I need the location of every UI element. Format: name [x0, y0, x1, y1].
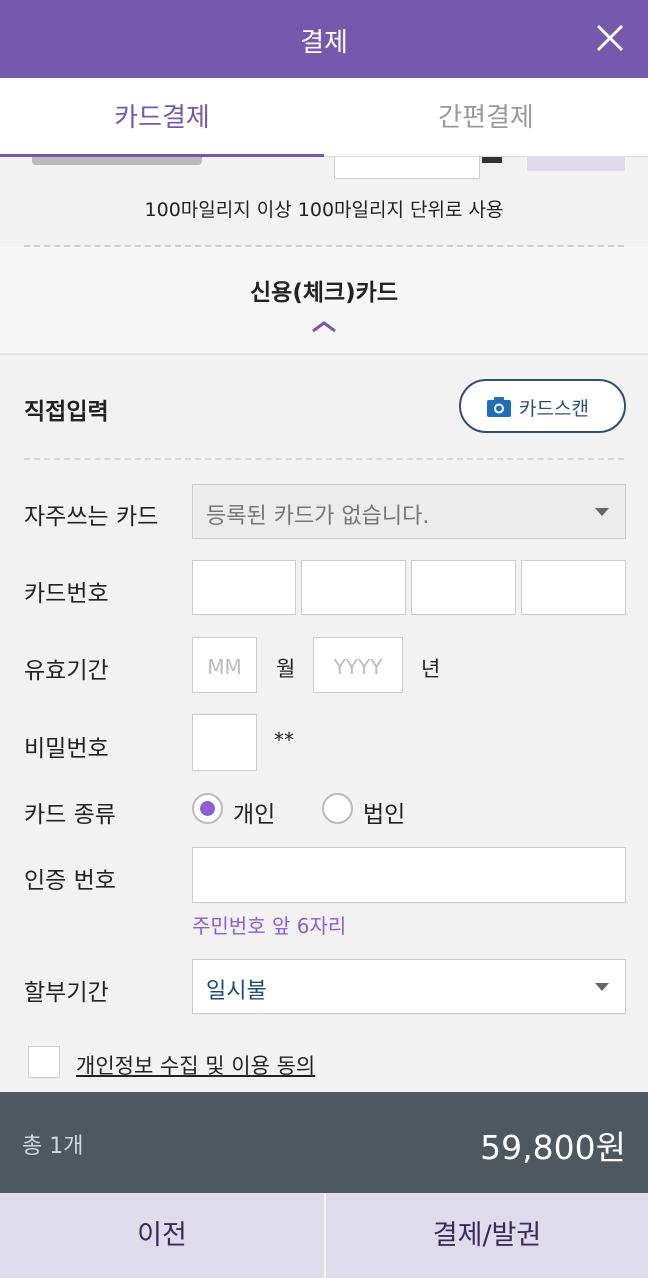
- mileage-input[interactable]: [334, 157, 480, 179]
- radio-corporate[interactable]: [322, 793, 353, 824]
- password-field[interactable]: [192, 714, 257, 771]
- password-label: 비밀번호: [24, 736, 109, 762]
- total-amount: 59,800원: [480, 1128, 626, 1167]
- consent-label[interactable]: 개인정보 수집 및 이용 동의: [76, 1050, 315, 1080]
- expiry-year-placeholder: YYYY: [333, 655, 383, 679]
- tab-easy-payment[interactable]: 간편결제: [324, 78, 648, 157]
- expiry-year-unit: 년: [421, 657, 441, 681]
- page-title: 결제: [300, 28, 348, 58]
- card-number-field-1[interactable]: [192, 560, 296, 615]
- bottom-buttons: 이전 결제/발권: [0, 1193, 648, 1278]
- installment-label: 할부기간: [24, 980, 109, 1006]
- radio-personal-label[interactable]: 개인: [233, 795, 275, 829]
- total-count: 총 1개: [22, 1134, 84, 1159]
- mileage-apply-button[interactable]: [527, 157, 625, 171]
- mileage-unit-cut: [482, 157, 502, 163]
- expiry-label: 유효기간: [24, 658, 109, 684]
- card-number-field-4[interactable]: [521, 560, 626, 615]
- direct-input-title: 직접입력: [24, 399, 109, 425]
- mileage-section: 100마일리지 이상 100마일리지 단위로 사용: [0, 157, 648, 247]
- divider: [24, 458, 624, 460]
- prev-button[interactable]: 이전: [0, 1193, 324, 1278]
- mileage-note: 100마일리지 이상 100마일리지 단위로 사용: [144, 199, 504, 221]
- chevron-down-icon: [595, 508, 609, 516]
- card-number-field-3[interactable]: [411, 560, 516, 615]
- header-bar: 결제: [0, 0, 648, 78]
- chevron-up-icon[interactable]: [311, 319, 337, 333]
- pay-button[interactable]: 결제/발권: [324, 1193, 648, 1278]
- card-type-label: 카드 종류: [24, 802, 116, 828]
- installment-value: 일시불: [206, 979, 267, 1004]
- card-scan-button[interactable]: 카드스캔: [459, 379, 626, 433]
- card-number-field-2[interactable]: [301, 560, 406, 615]
- card-number-label: 카드번호: [24, 581, 109, 607]
- camera-icon: [487, 397, 511, 417]
- consent-checkbox[interactable]: [28, 1046, 60, 1078]
- favorite-card-value: 등록된 카드가 없습니다.: [206, 504, 430, 529]
- total-bar: 총 1개 59,800원: [0, 1092, 648, 1193]
- chevron-down-icon: [595, 983, 609, 991]
- favorite-card-select[interactable]: 등록된 카드가 없습니다.: [192, 484, 626, 539]
- expiry-year-field[interactable]: YYYY: [313, 637, 403, 693]
- payment-tabs: 카드결제 간편결제: [0, 78, 648, 157]
- tab-card-payment[interactable]: 카드결제: [0, 78, 324, 157]
- auth-number-field[interactable]: [192, 847, 626, 903]
- expiry-month-unit: 월: [276, 657, 296, 681]
- mileage-label-cut: [32, 157, 202, 165]
- auth-number-helper: 주민번호 앞 6자리: [192, 914, 347, 938]
- expiry-month-field[interactable]: MM: [192, 637, 257, 693]
- card-scan-label: 카드스캔: [519, 398, 589, 420]
- expiry-month-placeholder: MM: [207, 655, 242, 679]
- favorite-card-label: 자주쓰는 카드: [24, 504, 159, 530]
- card-section-header[interactable]: 신용(체크)카드: [0, 247, 648, 355]
- radio-corporate-label[interactable]: 법인: [363, 795, 405, 829]
- auth-number-label: 인증 번호: [24, 868, 116, 894]
- close-icon[interactable]: [594, 22, 626, 54]
- installment-select[interactable]: 일시불: [192, 959, 626, 1014]
- radio-personal[interactable]: [192, 793, 223, 824]
- password-mask: **: [274, 728, 294, 752]
- section-title: 신용(체크)카드: [250, 280, 398, 306]
